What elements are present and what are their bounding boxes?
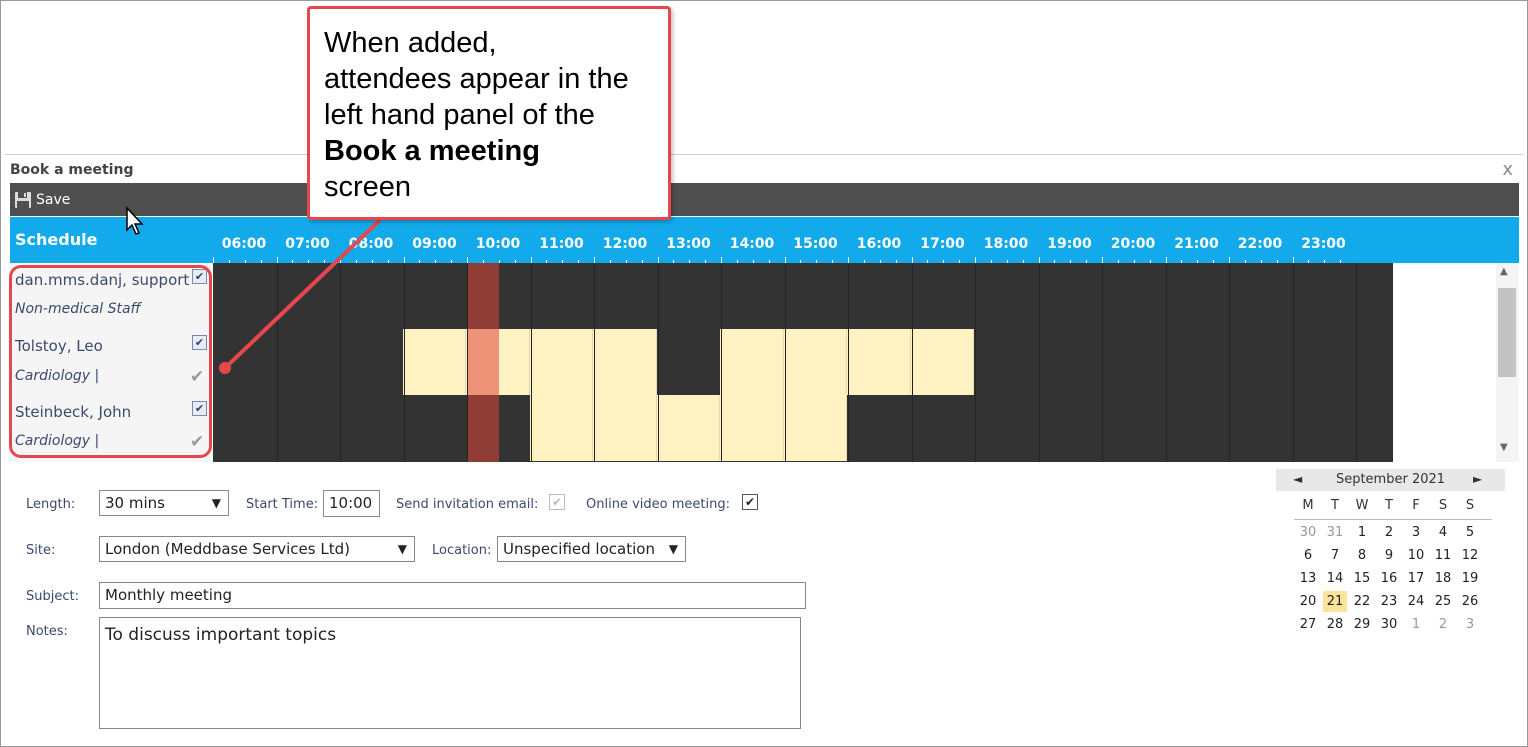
callout-line-1: When added, <box>324 27 497 59</box>
callout-box: When added, attendees appear in the left… <box>307 6 671 220</box>
callout-line-3: left hand panel of the <box>324 99 595 131</box>
callout-line-4: Book a meeting <box>324 135 540 167</box>
mouse-pointer-icon <box>126 206 144 235</box>
callout-connector <box>219 218 382 374</box>
callout-line-2: attendees appear in the <box>324 63 629 95</box>
callout-line-5: screen <box>324 171 412 203</box>
